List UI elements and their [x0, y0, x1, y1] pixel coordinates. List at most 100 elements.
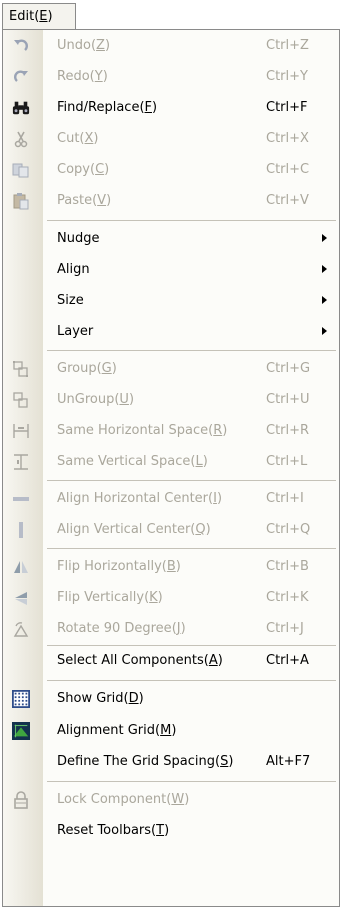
menu-item-find-replace[interactable]: Find/Replace(F) Ctrl+F [3, 92, 339, 123]
shortcut-text: Ctrl+Q [266, 522, 311, 537]
menu-item-label: Align Vertical Center(Q) [57, 522, 211, 537]
menu-item-label: Redo(Y) [57, 69, 108, 84]
shortcut-text: Ctrl+X [266, 131, 309, 146]
flip-horizontal-icon [12, 558, 30, 576]
flip-vertical-icon [12, 589, 30, 607]
mnemonic-key: Q [195, 522, 206, 537]
menu-item-align[interactable]: Align [3, 254, 339, 285]
shortcut-text: Ctrl+Z [266, 38, 309, 53]
menu-separator [47, 680, 336, 681]
scissors-icon [12, 130, 30, 148]
menu-item-undo[interactable]: Undo(Z) Ctrl+Z [3, 30, 339, 61]
menu-separator [47, 781, 336, 782]
menu-item-label: Alignment Grid(M) [57, 723, 177, 738]
mnemonic-key: S [220, 754, 229, 769]
menu-item-label: Select All Components(A) [57, 653, 223, 668]
menu-item-group[interactable]: Group(G) Ctrl+G [3, 353, 339, 384]
menu-item-size[interactable]: Size [3, 285, 339, 316]
menu-item-label: Show Grid(D) [57, 691, 144, 706]
menu-item-select-all-components[interactable]: Select All Components(A) Ctrl+A [3, 645, 339, 676]
mnemonic-key: W [171, 792, 185, 807]
menu-item-nudge[interactable]: Nudge [3, 223, 339, 254]
menu-item-align-vertical-center[interactable]: Align Vertical Center(Q) Ctrl+Q [3, 514, 339, 545]
menu-item-define-grid-spacing[interactable]: Define The Grid Spacing(S) Alt+F7 [3, 746, 339, 777]
shortcut-text: Ctrl+I [266, 491, 304, 506]
mnemonic-key: J [176, 621, 181, 636]
shortcut-text: Ctrl+G [266, 361, 311, 376]
menu-item-label: Paste(V) [57, 193, 112, 208]
menu-item-label: Undo(Z) [57, 38, 111, 53]
menu-item-copy[interactable]: Copy(C) Ctrl+C [3, 154, 339, 185]
menu-item-label: Align Horizontal Center(I) [57, 491, 223, 506]
menu-separator [47, 350, 336, 351]
edit-menu-title-mnemonic: E [39, 9, 48, 24]
menu-item-alignment-grid[interactable]: Alignment Grid(M) [3, 715, 339, 746]
menu-item-redo[interactable]: Redo(Y) Ctrl+Y [3, 61, 339, 92]
shortcut-text: Alt+F7 [266, 754, 311, 769]
mnemonic-key: U [119, 392, 129, 407]
shortcut-text: Ctrl+V [266, 193, 309, 208]
menu-item-label: Size [57, 293, 84, 308]
menu-item-label: Flip Vertically(K) [57, 590, 163, 605]
menu-item-layer[interactable]: Layer [3, 316, 339, 347]
menu-item-label: Nudge [57, 231, 100, 246]
mnemonic-key: C [95, 162, 105, 177]
shortcut-text: Ctrl+F [266, 100, 308, 115]
menu-item-ungroup[interactable]: UnGroup(U) Ctrl+U [3, 384, 339, 415]
shortcut-text: Ctrl+J [266, 621, 304, 636]
menu-separator [47, 480, 336, 481]
menu-item-label: Reset Toolbars(T) [57, 823, 170, 838]
edit-menu-title[interactable]: Edit(E) [2, 3, 76, 30]
menu-item-align-horizontal-center[interactable]: Align Horizontal Center(I) Ctrl+I [3, 483, 339, 514]
lock-icon [12, 791, 30, 809]
menu-item-lock-component[interactable]: Lock Component(W) [3, 784, 339, 815]
shortcut-text: Ctrl+U [266, 392, 310, 407]
mnemonic-key: D [128, 691, 139, 706]
shortcut-text: Ctrl+B [266, 559, 309, 574]
binoculars-icon [12, 99, 30, 117]
menu-item-same-horizontal-space[interactable]: Same Horizontal Space(R) Ctrl+R [3, 415, 339, 446]
submenu-arrow-icon [322, 265, 327, 273]
menu-item-flip-horizontally[interactable]: Flip Horizontally(B) Ctrl+B [3, 551, 339, 582]
edit-menu-title-text: Edit [9, 9, 35, 24]
mnemonic-key: F [144, 100, 152, 115]
align-horizontal-center-icon [12, 490, 30, 508]
mnemonic-key: Y [94, 69, 103, 84]
mnemonic-key: M [160, 723, 172, 738]
group-icon [12, 360, 30, 378]
menu-separator [47, 548, 336, 549]
mnemonic-key: X [84, 131, 94, 146]
menu-item-label: Copy(C) [57, 162, 110, 177]
vertical-space-icon [12, 453, 30, 471]
menu-item-label: Lock Component(W) [57, 792, 190, 807]
shortcut-text: Ctrl+A [266, 653, 309, 668]
shortcut-text: Ctrl+C [266, 162, 310, 177]
grid-icon [12, 690, 30, 708]
paste-icon [12, 192, 30, 210]
menu-item-label: Flip Horizontally(B) [57, 559, 181, 574]
shortcut-text: Ctrl+L [266, 454, 308, 469]
menu-item-label: Cut(X) [57, 131, 99, 146]
shortcut-text: Ctrl+K [266, 590, 309, 605]
redo-icon [12, 68, 30, 86]
menu-item-label: Same Vertical Space(L) [57, 454, 208, 469]
menu-item-reset-toolbars[interactable]: Reset Toolbars(T) [3, 815, 339, 846]
menu-item-label: Same Horizontal Space(R) [57, 423, 228, 438]
submenu-arrow-icon [322, 296, 327, 304]
menu-item-rotate-90[interactable]: Rotate 90 Degree(J) Ctrl+J [3, 613, 339, 644]
mnemonic-key: A [208, 653, 218, 668]
copy-icon [12, 161, 30, 179]
rotate-icon [12, 620, 30, 638]
shortcut-text: Ctrl+Y [266, 69, 308, 84]
mnemonic-key: T [156, 823, 165, 838]
align-vertical-center-icon [12, 521, 30, 539]
menu-item-cut[interactable]: Cut(X) Ctrl+X [3, 123, 339, 154]
mnemonic-key: B [166, 559, 176, 574]
mnemonic-key: R [213, 423, 223, 438]
menu-item-paste[interactable]: Paste(V) Ctrl+V [3, 185, 339, 216]
menu-item-show-grid[interactable]: Show Grid(D) [3, 683, 339, 714]
menu-item-flip-vertically[interactable]: Flip Vertically(K) Ctrl+K [3, 582, 339, 613]
menu-item-same-vertical-space[interactable]: Same Vertical Space(L) Ctrl+L [3, 446, 339, 477]
mnemonic-key: K [149, 590, 158, 605]
mnemonic-key: I [213, 491, 217, 506]
